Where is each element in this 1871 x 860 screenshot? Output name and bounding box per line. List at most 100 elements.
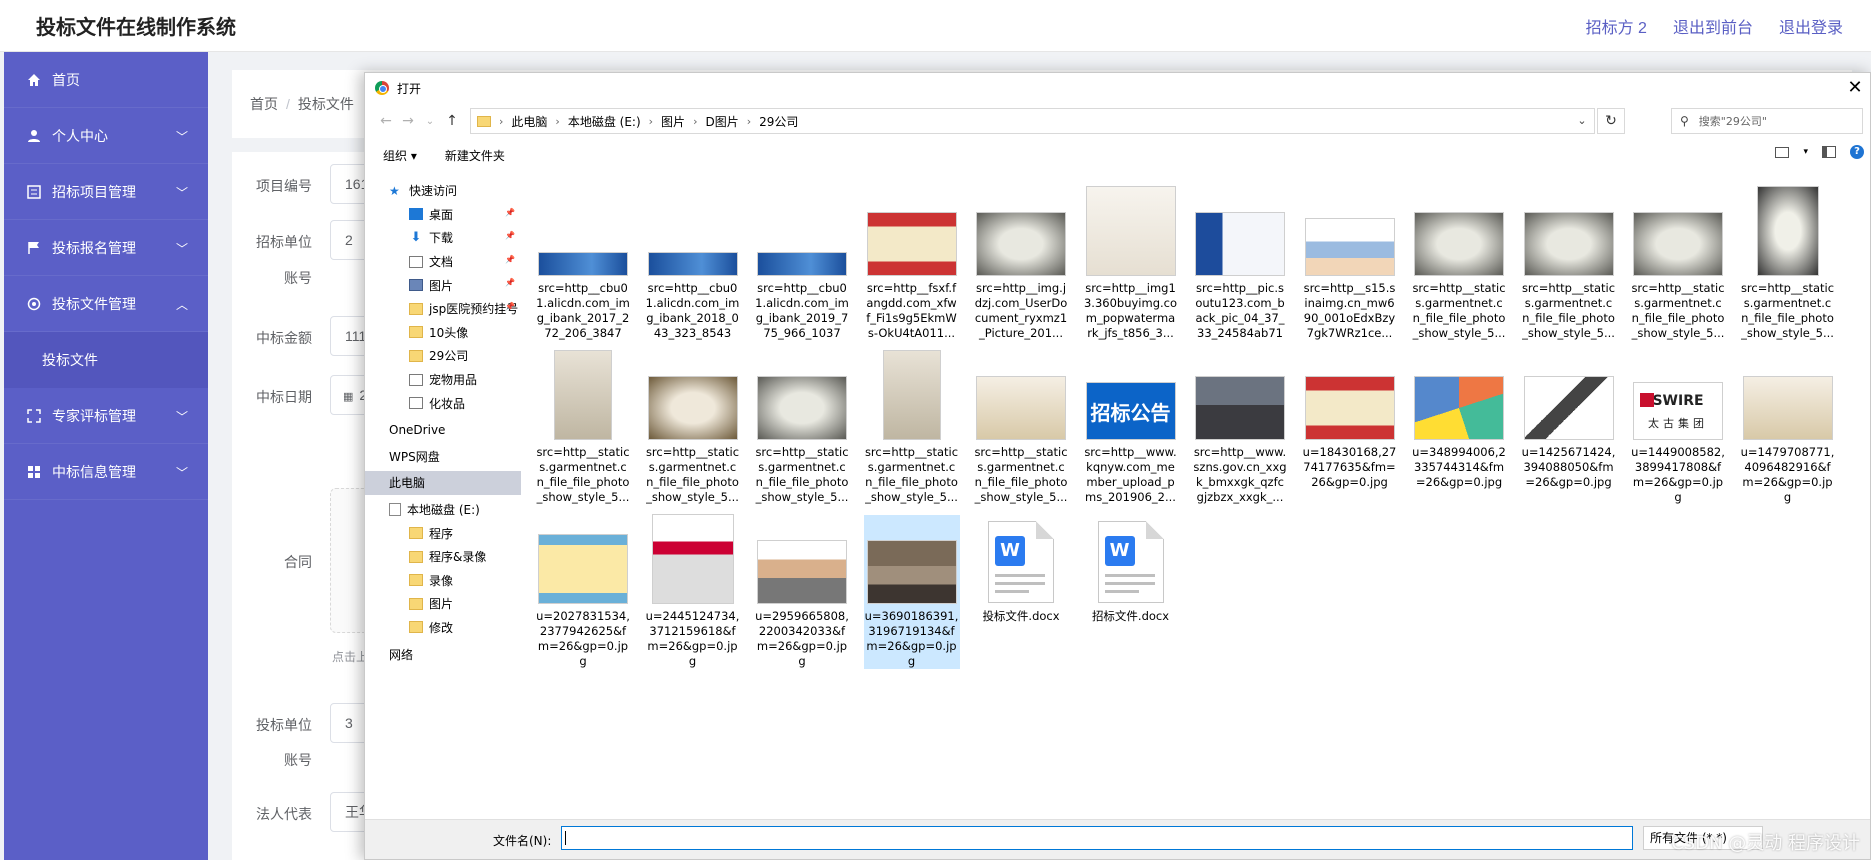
address-crumb[interactable]: D图片 bbox=[705, 113, 738, 130]
file-tile-image[interactable]: src=http__statics.garmentnet.cn_file_fil… bbox=[1740, 187, 1836, 341]
file-tile-docx[interactable]: W 投标文件.docx bbox=[973, 515, 1069, 669]
file-tile-image[interactable]: u=2027831534,2377942625&fm=26&gp=0.jpg bbox=[535, 515, 631, 669]
nav-item-label: 宠物用品 bbox=[429, 373, 478, 388]
file-tile-image[interactable]: src=http__cbu01.alicdn.com_img_ibank_201… bbox=[754, 187, 850, 341]
sidebar-item-home[interactable]: 首页 bbox=[4, 52, 208, 108]
chevron-right-icon: › bbox=[648, 114, 654, 128]
text-caret bbox=[565, 831, 566, 845]
new-folder-button[interactable]: 新建文件夹 bbox=[445, 147, 505, 164]
file-tile-image[interactable]: src=http__statics.garmentnet.cn_file_fil… bbox=[1411, 187, 1507, 341]
nav-item[interactable]: 化妆品 bbox=[365, 391, 521, 415]
app-header: 投标文件在线制作系统 招标方 2 退出到前台 退出登录 bbox=[0, 0, 1871, 52]
sidebar-item-tender-project[interactable]: 招标项目管理 ﹀ bbox=[4, 164, 208, 220]
refresh-icon[interactable]: ↻ bbox=[1597, 108, 1625, 134]
nav-item[interactable]: 本地磁盘 (E:) bbox=[365, 498, 521, 522]
nav-item[interactable]: 宠物用品 bbox=[365, 368, 521, 392]
sidebar-item-bid-file-management[interactable]: 投标文件管理 ︿ bbox=[4, 276, 208, 332]
file-tile-image[interactable]: src=http__statics.garmentnet.cn_file_fil… bbox=[535, 351, 631, 505]
address-crumb[interactable]: 本地磁盘 (E:) bbox=[568, 113, 641, 130]
sidebar-item-winning-info[interactable]: 中标信息管理 ﹀ bbox=[4, 444, 208, 500]
file-tile-image[interactable]: src=http__statics.garmentnet.cn_file_fil… bbox=[754, 351, 850, 505]
file-tile-image[interactable]: u=3690186391,3196719134&fm=26&gp=0.jpg bbox=[863, 515, 960, 669]
filename-input[interactable] bbox=[561, 826, 1633, 850]
nav-item[interactable]: 程序&录像 bbox=[365, 545, 521, 569]
download-icon: ⬇ bbox=[410, 229, 422, 245]
file-thumbnail bbox=[1415, 351, 1503, 439]
sidebar-item-label: 投标文件 bbox=[42, 352, 98, 368]
sidebar-item-expert-review[interactable]: 专家评标管理 ﹀ bbox=[4, 388, 208, 444]
forward-arrow-icon[interactable]: → bbox=[397, 113, 419, 129]
nav-item[interactable]: WPS网盘 bbox=[365, 445, 521, 469]
nav-item[interactable]: 桌面 📌 bbox=[365, 203, 521, 227]
nav-item[interactable]: 图片 📌 bbox=[365, 273, 521, 297]
close-icon[interactable]: ✕ bbox=[1844, 77, 1866, 98]
file-tile-image[interactable]: src=http__cbu01.alicdn.com_img_ibank_201… bbox=[535, 187, 631, 341]
nav-item[interactable]: 网络 bbox=[365, 642, 521, 666]
sidebar-subitem-bid-file[interactable]: 投标文件 bbox=[4, 332, 208, 388]
file-tile-image[interactable]: u=2959665808,2200342033&fm=26&gp=0.jpg bbox=[754, 515, 850, 669]
address-crumb[interactable]: 此电脑 bbox=[511, 113, 547, 130]
file-tile-image[interactable]: src=http__www.szns.gov.cn_xxgk_bmxxgk_qz… bbox=[1192, 351, 1288, 505]
amount-label: 中标金额 bbox=[256, 330, 312, 346]
back-to-front-link[interactable]: 退出到前台 bbox=[1673, 14, 1753, 38]
sidebar-item-bid-registration[interactable]: 投标报名管理 ﹀ bbox=[4, 220, 208, 276]
organize-button[interactable]: 组织 ▾ bbox=[383, 147, 417, 164]
chevron-down-icon[interactable]: ▾ bbox=[1803, 147, 1808, 157]
logout-link[interactable]: 退出登录 bbox=[1779, 14, 1843, 38]
nav-item[interactable]: 程序 bbox=[365, 521, 521, 545]
sidebar-item-label: 个人中心 bbox=[52, 127, 108, 144]
chevron-down-icon[interactable]: ⌄ bbox=[1570, 109, 1594, 133]
file-tile-docx[interactable]: W 招标文件.docx bbox=[1083, 515, 1179, 669]
nav-item[interactable]: ⬇ 下载 📌 bbox=[365, 226, 521, 250]
preview-pane-icon[interactable] bbox=[1822, 146, 1836, 158]
help-icon[interactable]: ? bbox=[1850, 145, 1864, 159]
image-preview bbox=[758, 377, 846, 439]
file-tile-image[interactable]: u=1479708771,4096482916&fm=26&gp=0.jpg bbox=[1740, 351, 1836, 505]
nav-item[interactable]: 此电脑 bbox=[365, 471, 521, 495]
chrome-icon bbox=[375, 81, 389, 95]
file-tile-image[interactable]: src=http__statics.garmentnet.cn_file_fil… bbox=[973, 351, 1069, 505]
file-tile-image[interactable]: u=348994006,2335744314&fm=26&gp=0.jpg bbox=[1411, 351, 1507, 505]
search-input[interactable]: ⚲ 搜索"29公司" bbox=[1671, 108, 1863, 134]
up-arrow-icon[interactable]: ↑ bbox=[441, 113, 463, 129]
nav-item[interactable]: 录像 bbox=[365, 569, 521, 593]
file-tile-image[interactable]: src=http__pic.soutu123.com_back_pic_04_3… bbox=[1192, 187, 1288, 341]
file-tile-image[interactable]: src=http__s15.sinaimg.cn_mw690_001oEdxBz… bbox=[1302, 187, 1398, 341]
user-role-link[interactable]: 招标方 2 bbox=[1586, 14, 1647, 38]
flag-icon bbox=[26, 240, 42, 256]
nav-item[interactable]: 修改 bbox=[365, 616, 521, 640]
address-crumb[interactable]: 29公司 bbox=[759, 113, 798, 130]
nav-item[interactable]: ★ 快速访问 bbox=[365, 179, 521, 203]
file-tile-image[interactable]: src=http__img.jdzj.com_UserDocument_ryxm… bbox=[973, 187, 1069, 341]
file-tile-image[interactable]: u=18430168,2774177635&fm=26&gp=0.jpg bbox=[1302, 351, 1398, 505]
recent-locations-icon[interactable]: ⌄ bbox=[419, 116, 441, 127]
file-thumbnail bbox=[1744, 187, 1832, 275]
file-tile-image[interactable]: src=http__cbu01.alicdn.com_img_ibank_201… bbox=[645, 187, 741, 341]
image-preview bbox=[1757, 187, 1818, 275]
file-tile-image[interactable]: src=http__statics.garmentnet.cn_file_fil… bbox=[1630, 187, 1726, 341]
nav-item[interactable]: 文档 📌 bbox=[365, 250, 521, 274]
back-arrow-icon[interactable]: ← bbox=[375, 113, 397, 129]
nav-item[interactable]: 10头像 bbox=[365, 321, 521, 345]
nav-item[interactable]: jsp医院预约挂号 📌 bbox=[365, 297, 521, 321]
file-tile-image[interactable]: SWIRE 太古集团 u=1449008582,3899417808&fm=26&g… bbox=[1630, 351, 1726, 505]
file-tile-image[interactable]: src=http__img13.360buyimg.com_popwaterma… bbox=[1083, 187, 1179, 341]
address-crumb[interactable]: 图片 bbox=[661, 113, 685, 130]
file-tile-image[interactable]: u=1425671424,394088050&fm=26&gp=0.jpg bbox=[1521, 351, 1617, 505]
user-icon bbox=[26, 128, 42, 144]
nav-item[interactable]: 图片 bbox=[365, 592, 521, 616]
file-tile-image[interactable]: src=http__statics.garmentnet.cn_file_fil… bbox=[645, 351, 741, 505]
file-tile-image[interactable]: src=http__statics.garmentnet.cn_file_fil… bbox=[864, 351, 960, 505]
nav-item[interactable]: 29公司 bbox=[365, 344, 521, 368]
breadcrumb-home[interactable]: 首页 bbox=[250, 94, 278, 114]
sidebar-item-personal[interactable]: 个人中心 ﹀ bbox=[4, 108, 208, 164]
file-tile-image[interactable]: 招标公告 src=http__www.kqnyw.com_member_uploa… bbox=[1083, 351, 1179, 505]
address-bar[interactable]: › 此电脑 › 本地磁盘 (E:) › 图片 › D图片 › 29公司 ⌄ bbox=[470, 108, 1595, 134]
breadcrumb-separator: / bbox=[286, 96, 290, 112]
view-mode-icon[interactable] bbox=[1775, 146, 1790, 158]
file-tile-image[interactable]: src=http__statics.garmentnet.cn_file_fil… bbox=[1521, 187, 1617, 341]
file-tile-image[interactable]: src=http__fsxf.fangdd.com_xfwf_Fi1s9g5Ek… bbox=[864, 187, 960, 341]
file-name: src=http__statics.garmentnet.cn_file_fil… bbox=[1631, 281, 1725, 340]
nav-item[interactable]: OneDrive bbox=[365, 418, 521, 442]
file-tile-image[interactable]: u=2445124734,3712159618&fm=26&gp=0.jpg bbox=[645, 515, 741, 669]
